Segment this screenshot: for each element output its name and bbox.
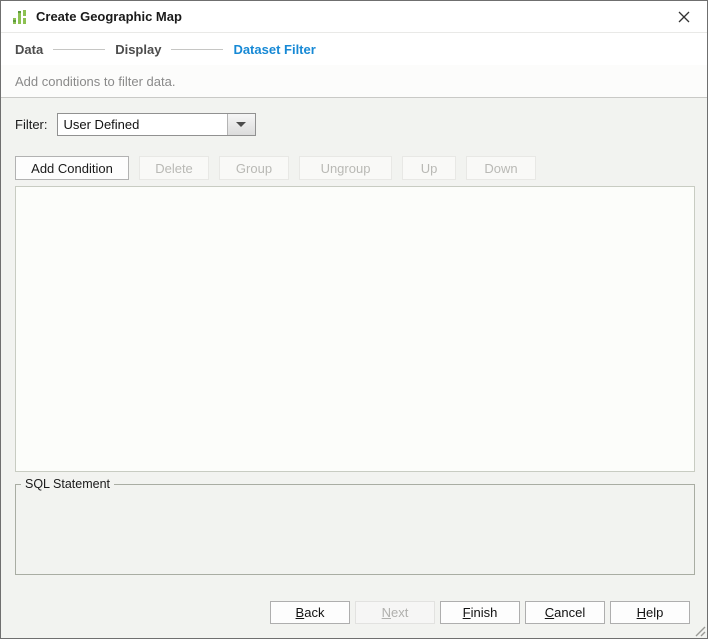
subtitle-strip: Add conditions to filter data. (1, 65, 707, 98)
sql-statement-label: SQL Statement (21, 477, 114, 492)
ungroup-button[interactable]: Ungroup (299, 156, 392, 180)
step-connector (53, 49, 105, 50)
chevron-down-icon (236, 122, 246, 127)
delete-button[interactable]: Delete (139, 156, 209, 180)
sql-statement-group: SQL Statement (15, 484, 695, 575)
sql-statement-content (16, 485, 694, 574)
up-button[interactable]: Up (402, 156, 456, 180)
title-bar: Create Geographic Map (1, 1, 707, 33)
resize-grip[interactable] (693, 624, 706, 637)
down-button[interactable]: Down (466, 156, 536, 180)
green-bar-chart-icon (11, 8, 29, 26)
condition-toolbar: Add Condition Delete Group Ungroup Up Do… (15, 156, 536, 180)
cancel-button[interactable]: Cancel (525, 601, 605, 624)
dropdown-arrow-button[interactable] (227, 114, 255, 135)
close-icon[interactable] (671, 6, 697, 28)
subtitle-text: Add conditions to filter data. (15, 74, 175, 89)
add-condition-button[interactable]: Add Condition (15, 156, 129, 180)
step-display[interactable]: Display (115, 42, 161, 57)
create-geographic-map-dialog: Create Geographic Map Data Display Datas… (0, 0, 708, 639)
dialog-body: Filter: User Defined Add Condition Delet… (1, 98, 707, 638)
back-button[interactable]: Back (270, 601, 350, 624)
window-title: Create Geographic Map (36, 9, 671, 24)
footer-button-bar: Back Next Finish Cancel Help (270, 601, 690, 624)
step-data[interactable]: Data (15, 42, 43, 57)
filter-label: Filter: (15, 117, 48, 132)
filter-row: Filter: User Defined (15, 113, 256, 136)
help-button[interactable]: Help (610, 601, 690, 624)
filter-dropdown-value: User Defined (58, 117, 227, 132)
filter-dropdown[interactable]: User Defined (57, 113, 256, 136)
conditions-list-panel (15, 186, 695, 472)
step-connector (171, 49, 223, 50)
next-button[interactable]: Next (355, 601, 435, 624)
finish-button[interactable]: Finish (440, 601, 520, 624)
group-button[interactable]: Group (219, 156, 289, 180)
step-dataset-filter[interactable]: Dataset Filter (233, 42, 315, 57)
wizard-steps: Data Display Dataset Filter (1, 33, 707, 65)
